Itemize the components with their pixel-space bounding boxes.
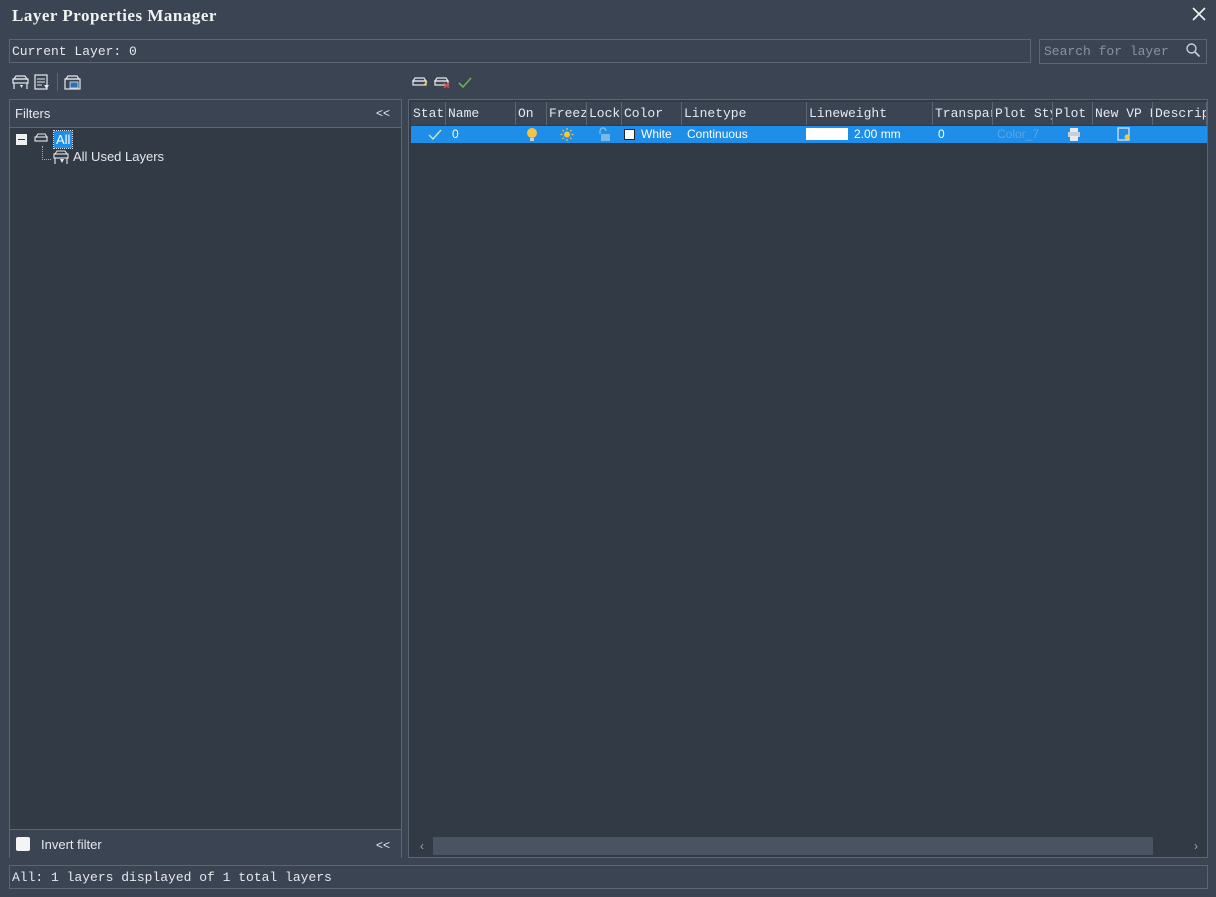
column-header-linetype[interactable]: Linetype (682, 102, 807, 125)
color-swatch[interactable] (624, 129, 635, 140)
new-filter-icon[interactable] (11, 73, 29, 91)
new-viewport-freeze-icon[interactable] (1116, 126, 1132, 143)
toolbar-separator (57, 73, 58, 91)
search-input[interactable] (1044, 43, 1182, 60)
tree-connector (42, 146, 43, 160)
light-bulb-on-icon[interactable] (524, 126, 540, 143)
column-header-freeze[interactable]: Freeze (547, 102, 587, 125)
window-title: Layer Properties Manager (12, 6, 217, 25)
delete-layer-icon[interactable] (433, 73, 451, 91)
lineweight-swatch[interactable] (806, 128, 848, 140)
layer-name-cell[interactable]: 0 (452, 126, 459, 143)
column-header-lineweight[interactable]: Lineweight (807, 102, 933, 125)
search-icon[interactable] (1185, 42, 1201, 58)
column-header-new-vp-freeze[interactable]: New VP Freeze (1093, 102, 1153, 125)
lineweight-cell[interactable]: 2.00 mm (854, 126, 901, 143)
horizontal-scrollbar[interactable]: ‹ › (411, 836, 1207, 856)
current-layer-label: Current Layer: 0 (12, 44, 137, 59)
filters-footer: Invert filter << (10, 829, 401, 858)
close-icon[interactable] (1188, 3, 1210, 25)
padlock-unlocked-icon[interactable] (596, 126, 612, 143)
invert-filter-label: Invert filter (41, 837, 102, 852)
properties-filter-icon[interactable] (33, 73, 51, 91)
layer-row[interactable]: 0 White Continuous 2.00 mm 0 Color_7 (411, 126, 1207, 143)
column-header-color[interactable]: Color (622, 102, 682, 125)
layer-states-icon[interactable] (63, 73, 81, 91)
column-header-plot-style[interactable]: Plot Style (993, 102, 1053, 125)
scrollbar-thumb[interactable] (433, 837, 1153, 855)
collapse-filters-button[interactable]: << (376, 106, 390, 120)
scroll-right-icon[interactable]: › (1189, 838, 1203, 854)
invert-filter-checkbox[interactable] (16, 837, 30, 851)
filters-panel: Filters << All All Used Layers Invert fi… (9, 99, 402, 858)
status-bar: All: 1 layers displayed of 1 total layer… (9, 865, 1208, 889)
filter-node-all[interactable]: All (52, 130, 74, 149)
layer-grid: Status Name On Freeze Lock Color Linetyp… (408, 99, 1208, 858)
transparency-cell[interactable]: 0 (938, 126, 945, 143)
tree-collapse-icon[interactable] (16, 134, 27, 145)
set-current-icon[interactable] (456, 73, 474, 91)
column-header-plot[interactable]: Plot (1053, 102, 1093, 125)
scroll-left-icon[interactable]: ‹ (415, 838, 429, 854)
plot-style-cell: Color_7 (997, 127, 1040, 141)
grid-header: Status Name On Freeze Lock Color Linetyp… (411, 102, 1207, 125)
linetype-cell[interactable]: Continuous (687, 126, 748, 143)
printer-icon[interactable] (1066, 126, 1082, 143)
sun-thawed-icon[interactable] (558, 126, 576, 143)
column-header-on[interactable]: On (516, 102, 547, 125)
filters-header: Filters << (10, 100, 401, 128)
column-header-name[interactable]: Name (446, 102, 516, 125)
current-layer-field: Current Layer: 0 (9, 39, 1031, 63)
title-bar: Layer Properties Manager (0, 0, 1216, 32)
new-layer-icon[interactable] (411, 73, 429, 91)
column-header-transparency[interactable]: Transparency (933, 102, 993, 125)
current-layer-check-icon[interactable] (427, 127, 443, 142)
color-name-cell[interactable]: White (641, 126, 672, 143)
status-text: All: 1 layers displayed of 1 total layer… (12, 870, 332, 885)
used-layers-filter-icon (53, 150, 69, 164)
filter-node-all-used-layers[interactable]: All Used Layers (73, 149, 164, 164)
column-header-description[interactable]: Description (1153, 102, 1207, 125)
column-header-lock[interactable]: Lock (587, 102, 622, 125)
filter-tree-icon (34, 133, 48, 142)
collapse-bottom-button[interactable]: << (376, 838, 390, 852)
filters-title: Filters (15, 106, 51, 121)
column-header-status[interactable]: Status (411, 102, 446, 125)
tree-connector (42, 159, 51, 160)
search-box[interactable] (1039, 39, 1207, 64)
